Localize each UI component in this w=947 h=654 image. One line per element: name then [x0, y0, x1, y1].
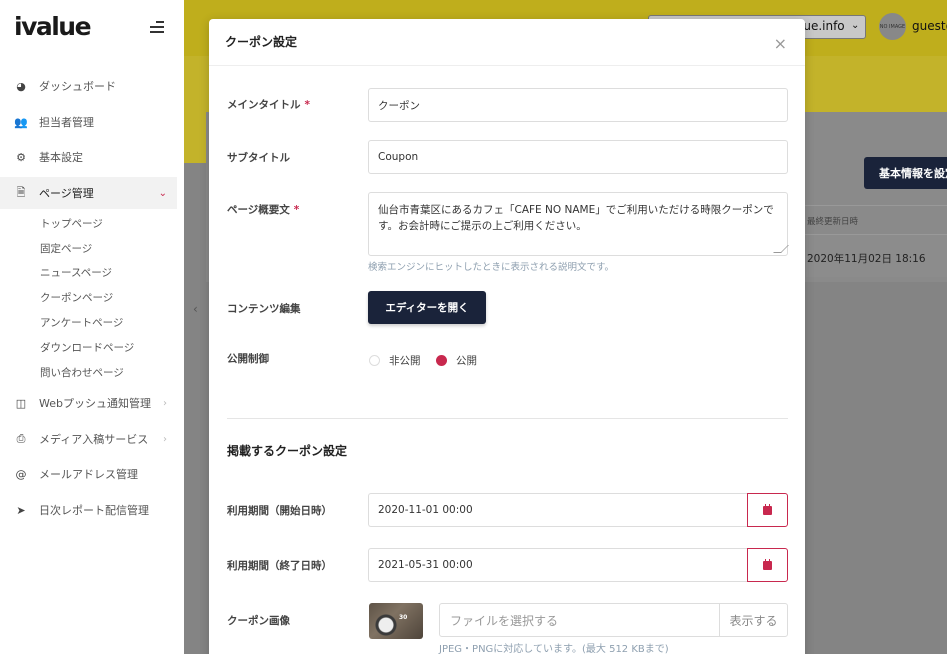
sidebar-item-email[interactable]: @ メールアドレス管理 — [0, 458, 177, 490]
sidebar-item-label: メールアドレス管理 — [39, 468, 138, 481]
chevron-right-icon: › — [163, 397, 167, 409]
calendar-icon — [763, 558, 772, 570]
sidebar-item-dashboard[interactable]: ◕ ダッシュボード — [0, 70, 177, 102]
coupon-image-thumbnail: 30 — [369, 603, 423, 639]
chevron-down-icon: ⌄ — [158, 187, 167, 199]
radio-unchecked-icon — [369, 355, 380, 366]
coupon-settings-modal: クーポン設定 × メインタイトル * クーポン サブタイトル Coupon ページ… — [209, 19, 805, 654]
summary-label: ページ概要文 * — [227, 202, 299, 217]
menu-toggle-icon[interactable] — [150, 21, 164, 33]
sidebar-subitem-fixed[interactable]: 固定ページ — [40, 241, 92, 256]
summary-textarea[interactable]: 仙台市青葉区にあるカフェ「CAFE NO NAME」でご利用いただける時限クーポ… — [368, 192, 789, 256]
divider — [800, 205, 947, 206]
summary-text: 仙台市青葉区にあるカフェ「CAFE NO NAME」でご利用いただける時限クーポ… — [378, 204, 774, 232]
open-editor-button[interactable]: エディターを開く — [368, 291, 486, 324]
label-text: メインタイトル — [227, 99, 301, 111]
subtitle-label: サブタイトル — [227, 152, 290, 164]
thumbnail-text: 30 — [399, 614, 408, 621]
avatar[interactable]: NO IMAGE — [879, 13, 906, 40]
domain-select-value: lue.info — [800, 19, 845, 33]
app-logo[interactable]: ivalue — [14, 12, 92, 41]
sidebar: ivalue ◕ ダッシュボード 👥 担当者管理 ⚙ 基本設定 🗎 ページ管理 … — [0, 0, 184, 654]
sidebar-item-web-push[interactable]: ◫ Webプッシュ通知管理 › — [0, 387, 177, 419]
table-cell-updated: 2020年11月02日 18:16 — [807, 253, 926, 265]
browse-button[interactable]: 表示する — [719, 603, 788, 637]
sidebar-item-label: 日次レポート配信管理 — [39, 504, 149, 517]
required-mark: * — [304, 99, 311, 111]
basic-info-button[interactable]: 基本情報を設定 — [864, 157, 947, 189]
close-icon[interactable]: × — [774, 34, 787, 53]
sidebar-subitem-top[interactable]: トップページ — [40, 216, 103, 231]
sidebar-subitem-download[interactable]: ダウンロードページ — [40, 340, 134, 355]
radio-label: 非公開 — [389, 355, 421, 367]
sidebar-item-basic-settings[interactable]: ⚙ 基本設定 — [0, 141, 177, 173]
at-icon: @ — [15, 467, 27, 481]
modal-title: クーポン設定 — [225, 35, 298, 49]
document-icon: 🗎 — [16, 185, 26, 199]
radio-label: 公開 — [456, 355, 477, 367]
sidebar-item-label: ダッシュボード — [39, 80, 116, 93]
image-help-text: JPEG・PNGに対応しています。(最大 512 KBまで) — [439, 644, 669, 654]
sidebar-subitem-contact[interactable]: 問い合わせページ — [40, 365, 124, 380]
start-date-calendar-button[interactable] — [747, 493, 788, 527]
printer-icon: ⎙ — [16, 432, 26, 445]
sidebar-item-label: Webプッシュ通知管理 — [39, 397, 151, 410]
end-date-input[interactable]: 2021-05-31 00:00 — [368, 548, 747, 582]
chevron-right-icon: › — [163, 433, 167, 445]
label-text: ページ概要文 — [227, 204, 290, 216]
sidebar-subitem-news[interactable]: ニュースページ — [40, 265, 112, 280]
subtitle-input[interactable]: Coupon — [368, 140, 788, 174]
sidebar-item-label: 担当者管理 — [39, 116, 94, 129]
section-divider — [227, 418, 788, 419]
end-date-label: 利用期間（終了日時） — [227, 560, 332, 572]
chevron-left-icon[interactable]: ‹ — [193, 302, 198, 316]
content-edit-label: コンテンツ編集 — [227, 303, 301, 315]
columns-icon: ◫ — [15, 396, 27, 410]
users-icon: 👥 — [14, 115, 28, 129]
sidebar-item-label: メディア入稿サービス — [39, 433, 149, 446]
sidebar-subitem-survey[interactable]: アンケートページ — [40, 315, 123, 330]
divider — [209, 65, 805, 66]
calendar-icon — [763, 503, 772, 515]
sidebar-item-label: 基本設定 — [39, 151, 83, 164]
dashboard-icon: ◕ — [16, 79, 26, 93]
coupon-section-title: 掲載するクーポン設定 — [227, 444, 348, 458]
file-select-input[interactable]: ファイルを選択する — [439, 603, 720, 637]
radio-checked-icon — [436, 355, 447, 366]
sidebar-item-page-management[interactable]: 🗎 ページ管理 ⌄ — [0, 177, 177, 209]
main-title-input[interactable]: クーポン — [368, 88, 788, 122]
gear-icon: ⚙ — [16, 150, 26, 164]
summary-help-text: 検索エンジンにヒットしたときに表示される説明文です。 — [368, 262, 615, 273]
required-mark: * — [293, 204, 300, 216]
sidebar-item-label: ページ管理 — [39, 187, 94, 200]
table-header-updated: 最終更新日時 — [807, 217, 859, 227]
radio-private[interactable]: 非公開 — [369, 353, 421, 368]
end-date-calendar-button[interactable] — [747, 548, 788, 582]
start-date-input[interactable]: 2020-11-01 00:00 — [368, 493, 747, 527]
publish-control-label: 公開制御 — [227, 353, 269, 365]
main-title-label: メインタイトル * — [227, 97, 310, 112]
sidebar-item-media[interactable]: ⎙ メディア入稿サービス › — [0, 423, 177, 455]
sidebar-subitem-coupon[interactable]: クーポンページ — [40, 290, 113, 305]
send-icon: ➤ — [16, 503, 26, 517]
coupon-image-label: クーポン画像 — [227, 615, 290, 627]
avatar-label: NO IMAGE — [879, 23, 906, 30]
radio-public[interactable]: 公開 — [436, 353, 477, 368]
start-date-label: 利用期間（開始日時） — [227, 505, 332, 517]
user-name[interactable]: guest@ — [912, 19, 947, 33]
chevron-down-icon: ⌄ — [851, 20, 860, 31]
sidebar-item-staff[interactable]: 👥 担当者管理 — [0, 106, 177, 138]
resize-handle[interactable] — [773, 245, 789, 253]
sidebar-item-daily-report[interactable]: ➤ 日次レポート配信管理 — [0, 494, 177, 526]
